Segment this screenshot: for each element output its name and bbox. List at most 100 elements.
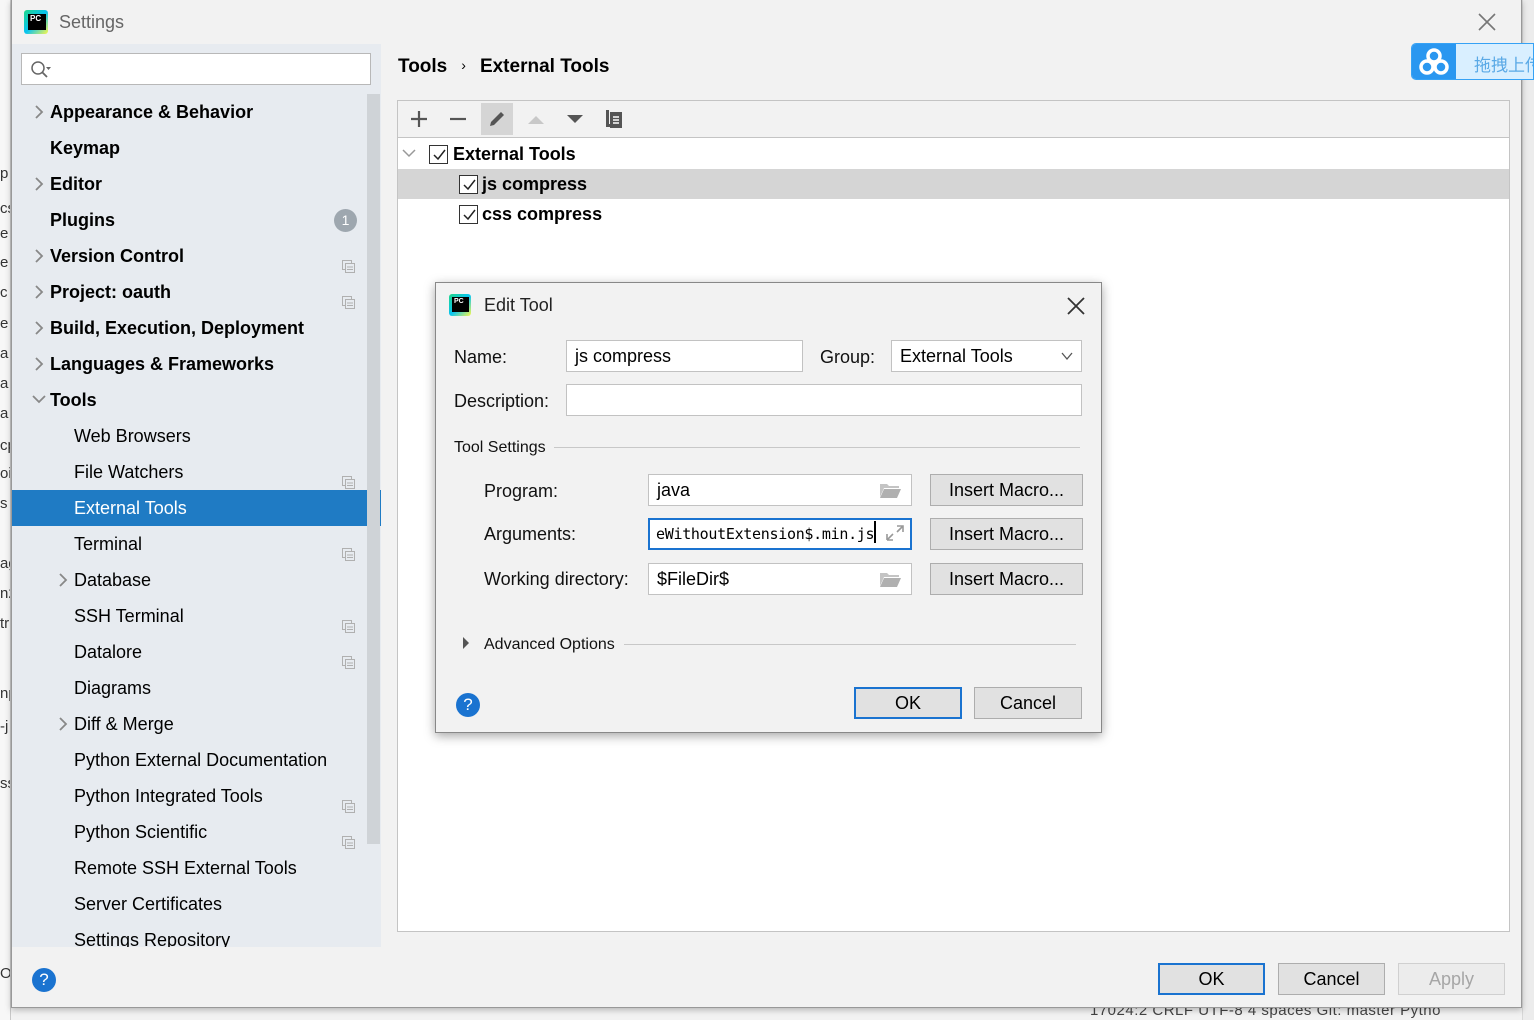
project-level-icon [342,825,355,849]
sidebar-item-diagrams[interactable]: Diagrams [12,670,381,706]
cancel-button[interactable]: Cancel [1278,963,1385,995]
background-code-fragment: a [0,375,9,392]
chevron-right-icon[interactable] [32,238,46,276]
working-directory-input[interactable]: $FileDir$ [648,563,912,595]
folder-icon[interactable] [879,481,901,499]
sidebar-item-file-watchers[interactable]: File Watchers [12,454,381,490]
text-cursor [874,521,877,543]
sidebar-item-python-integrated-tools[interactable]: Python Integrated Tools [12,778,381,814]
tools-group-checkbox[interactable] [429,145,448,164]
add-tool-button[interactable] [403,103,435,135]
chevron-down-icon[interactable] [32,382,46,418]
sidebar-item-datalore[interactable]: Datalore [12,634,381,670]
close-window-button[interactable] [1475,10,1499,34]
chevron-right-icon[interactable] [32,274,46,312]
edit-icon [490,112,504,126]
remove-tool-button[interactable] [442,103,474,135]
description-input[interactable] [566,384,1082,416]
sidebar-item-remote-ssh-external-tools[interactable]: Remote SSH External Tools [12,850,381,886]
chevron-right-icon[interactable] [32,346,46,384]
background-code-fragment: cs [0,200,10,217]
sidebar-item-settings-repository[interactable]: Settings Repository [12,922,381,947]
sidebar-item-build-execution-deployment[interactable]: Build, Execution, Deployment [12,310,381,346]
tool-label: css compress [482,204,603,224]
advanced-options-toggle[interactable] [461,636,471,655]
sidebar-item-external-tools[interactable]: External Tools [12,490,381,526]
arguments-input[interactable]: eWithoutExtension$.min.js [648,518,912,550]
sidebar-item-label: Python Scientific [74,822,208,842]
name-label: Name: [454,347,508,367]
sidebar-item-languages-frameworks[interactable]: Languages & Frameworks [12,346,381,382]
chevron-right-icon[interactable] [56,706,70,744]
background-code-fragment: np [0,685,10,702]
tools-group-label: External Tools [453,144,576,164]
group-select[interactable]: External Tools [891,340,1082,372]
upload-widget[interactable]: 拖拽上传 [1411,43,1534,80]
close-icon [1067,297,1085,315]
tool-checkbox[interactable] [459,205,478,224]
tool-checkbox[interactable] [459,175,478,194]
background-code-fragment: e [0,315,9,332]
sidebar-item-label: Languages & Frameworks [50,354,275,374]
insert-macro-program-button[interactable]: Insert Macro... [930,474,1083,506]
tool-settings-heading: Tool Settings [454,439,546,456]
sidebar-item-version-control[interactable]: Version Control [12,238,381,274]
sidebar-item-label: SSH Terminal [74,606,184,626]
add-icon [411,111,427,127]
advanced-options-label[interactable]: Advanced Options [484,636,615,654]
apply-button[interactable]: Apply [1398,963,1505,995]
edit-tool-button[interactable] [481,103,513,135]
sidebar-item-editor[interactable]: Editor [12,166,381,202]
settings-tree: Appearance & Behavior Keymap Editor Plugins… [12,94,381,947]
sidebar-item-python-scientific[interactable]: Python Scientific [12,814,381,850]
sidebar-item-ssh-terminal[interactable]: SSH Terminal [12,598,381,634]
dialog-ok-button[interactable]: OK [854,687,962,719]
sidebar-item-label: Remote SSH External Tools [74,858,297,878]
move-down-button[interactable] [559,103,591,135]
background-code-fragment: O [0,965,11,982]
ok-button[interactable]: OK [1158,963,1265,995]
sidebar-item-plugins[interactable]: Plugins 1 [12,202,381,238]
search-icon [31,61,51,78]
background-code-fragment: s [0,495,8,512]
dialog-help-button[interactable]: ? [456,693,480,717]
move-up-button[interactable] [520,103,552,135]
name-input[interactable]: js compress [566,340,803,372]
tool-row-js-compress[interactable]: js compress [398,169,1509,199]
chevron-right-icon[interactable] [32,166,46,204]
program-input[interactable]: java [648,474,912,506]
chevron-right-icon[interactable] [32,310,46,348]
sidebar-item-terminal[interactable]: Terminal [12,526,381,562]
sidebar-item-web-browsers[interactable]: Web Browsers [12,418,381,454]
expand-icon[interactable] [884,524,906,542]
dialog-cancel-button[interactable]: Cancel [974,687,1082,719]
tools-group-row[interactable]: External Tools [398,139,1509,169]
insert-macro-working-dir-button[interactable]: Insert Macro... [930,563,1083,595]
copy-tool-button[interactable] [598,103,630,135]
sidebar-item-appearance-behavior[interactable]: Appearance & Behavior [12,94,381,130]
sidebar-item-database[interactable]: Database [12,562,381,598]
sidebar-scrollbar[interactable] [367,94,380,844]
sidebar-item-server-certificates[interactable]: Server Certificates [12,886,381,922]
sidebar-item-label: Appearance & Behavior [50,102,254,122]
project-level-icon [342,609,355,633]
sidebar-item-diff-merge[interactable]: Diff & Merge [12,706,381,742]
dialog-close-button[interactable] [1067,291,1085,322]
sidebar-item-python-external-documentation[interactable]: Python External Documentation [12,742,381,778]
settings-search-input[interactable] [21,53,371,85]
sidebar-item-tools[interactable]: Tools [12,382,381,418]
background-code-fragment: oi [0,465,11,482]
expand-arrow-icon[interactable] [402,139,416,170]
project-level-icon [342,285,355,309]
chevron-right-icon[interactable] [56,562,70,600]
insert-macro-arguments-button[interactable]: Insert Macro... [930,518,1083,550]
breadcrumb-parent[interactable]: Tools [398,56,447,77]
tool-row-css-compress[interactable]: css compress [398,199,1509,229]
help-button[interactable]: ? [32,968,56,992]
sidebar-item-label: Server Certificates [74,894,223,914]
chevron-right-icon[interactable] [32,94,46,132]
description-label: Description: [454,391,550,411]
sidebar-item-keymap[interactable]: Keymap [12,130,381,166]
sidebar-item-project-oauth[interactable]: Project: oauth [12,274,381,310]
folder-icon[interactable] [879,570,901,588]
